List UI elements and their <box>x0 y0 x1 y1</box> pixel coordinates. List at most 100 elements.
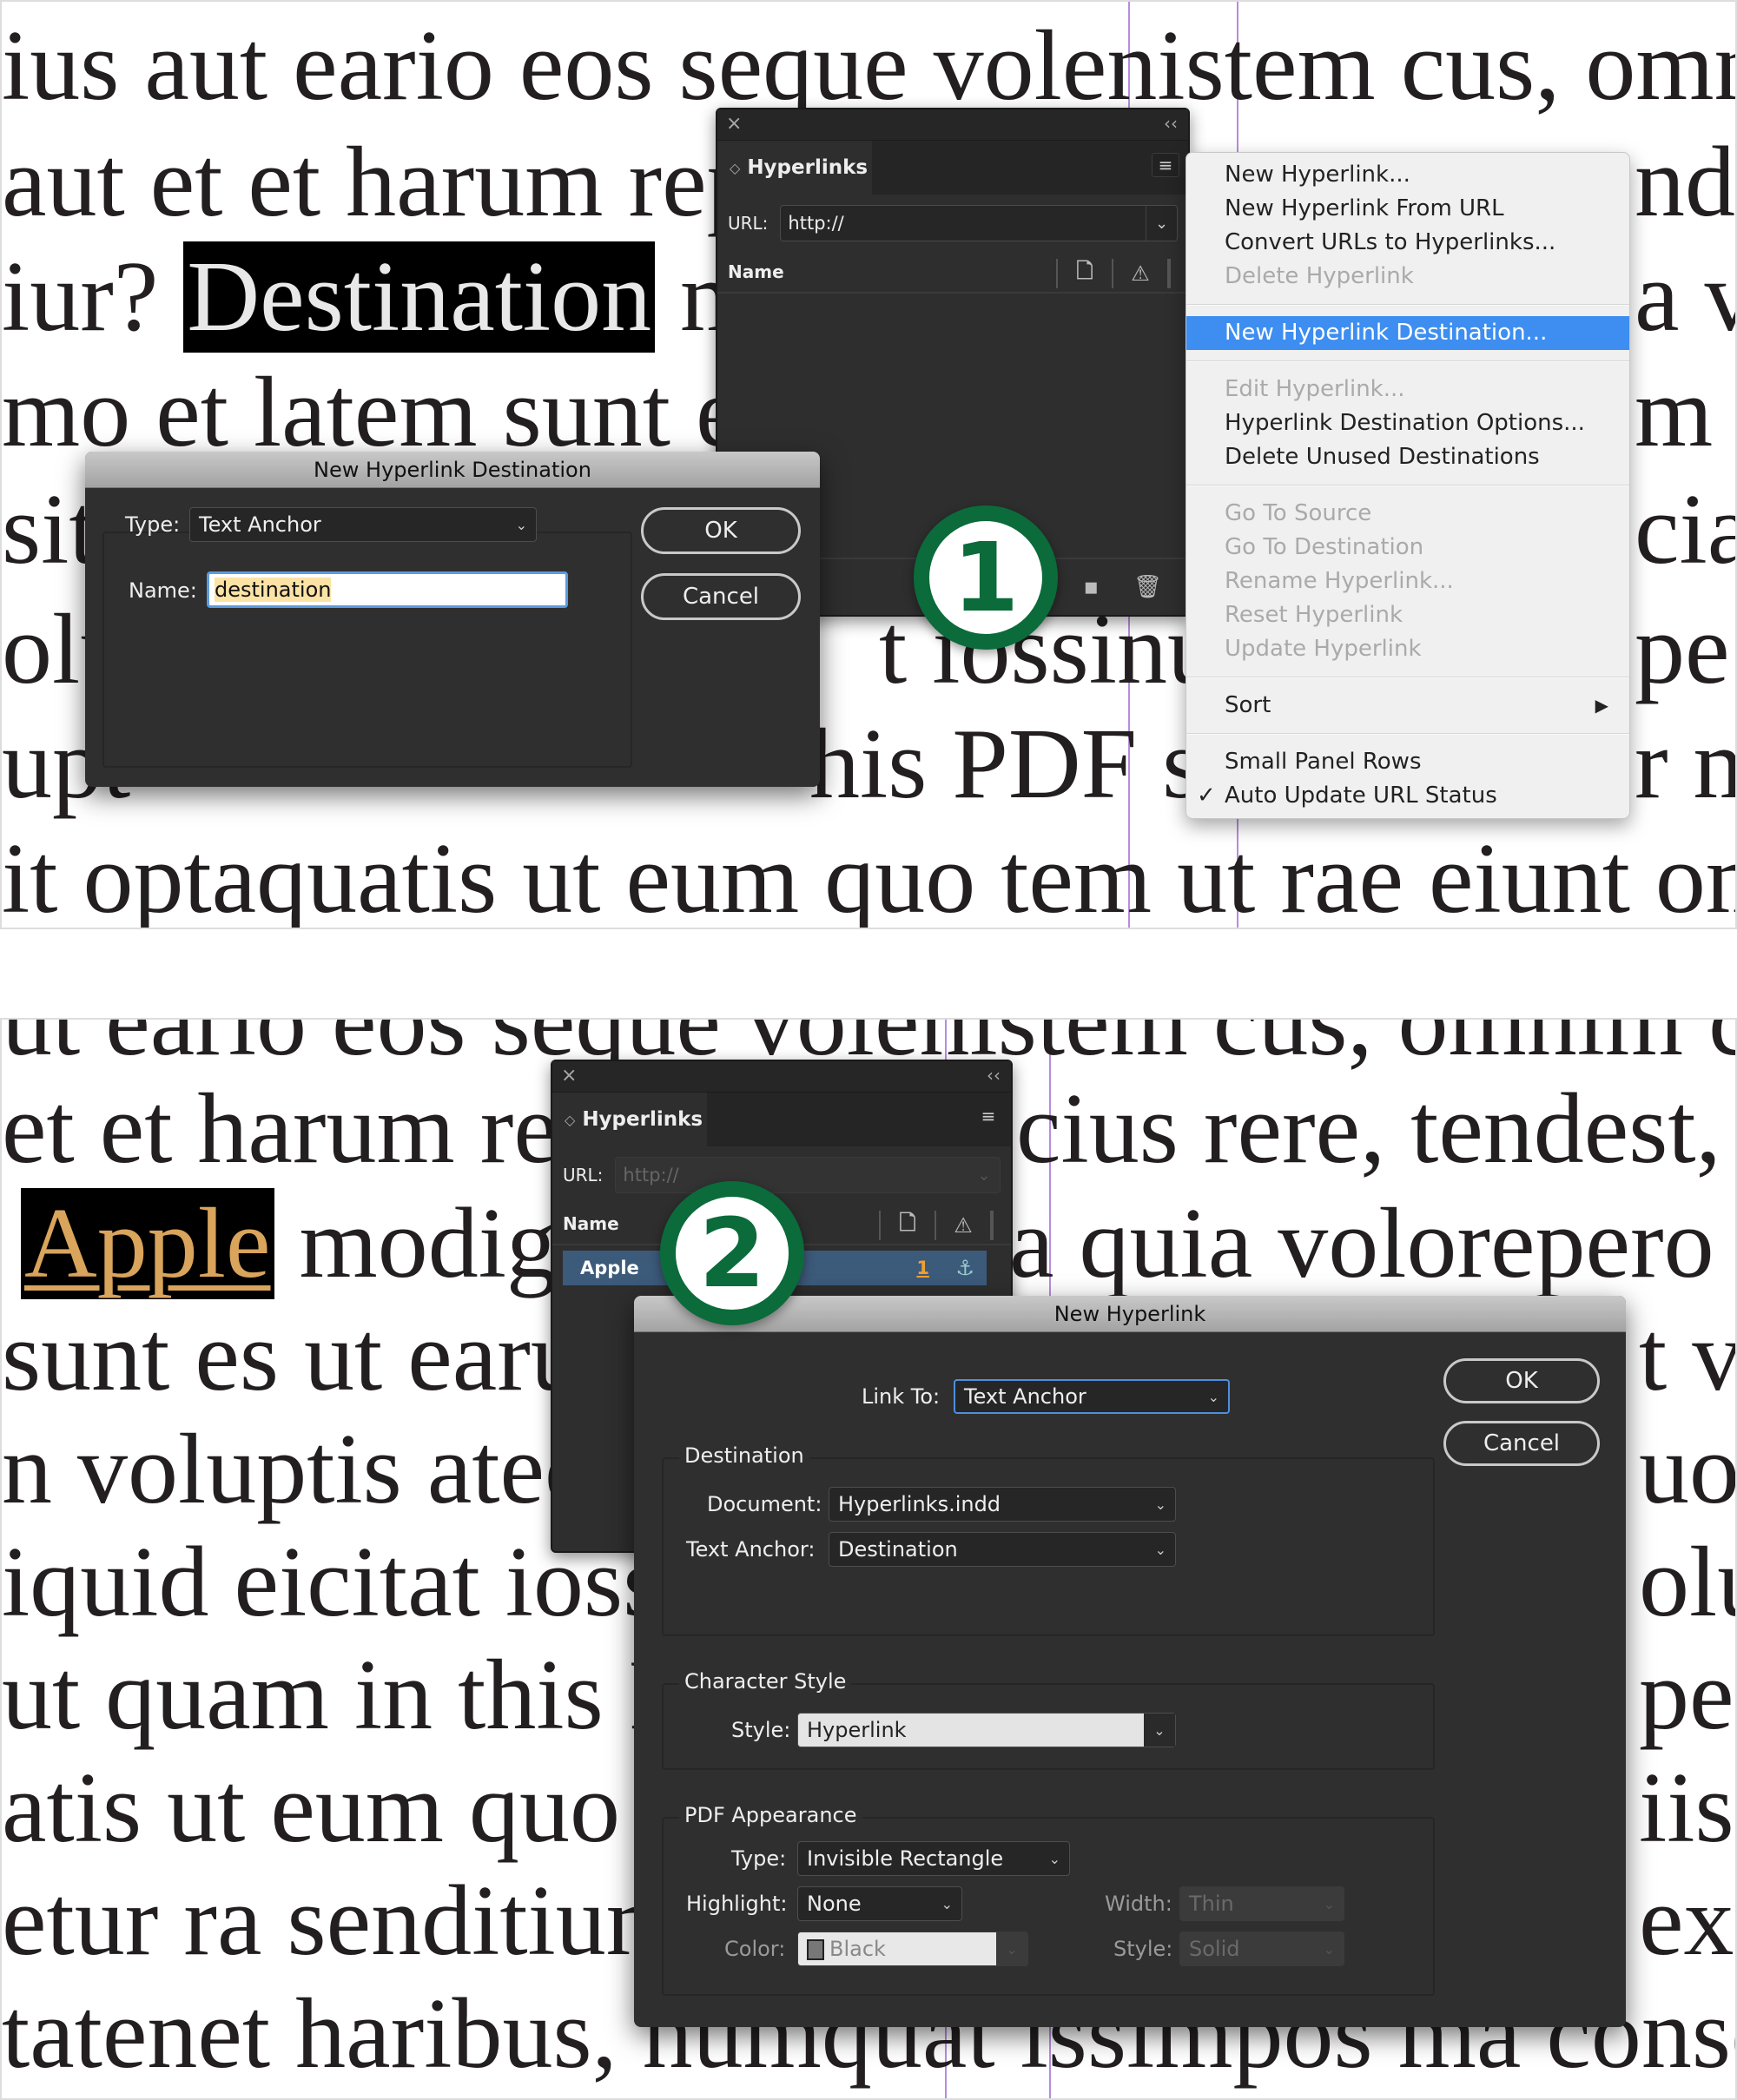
highlight-label: Highlight: <box>686 1892 788 1916</box>
warning-icon[interactable]: ⚠ <box>935 1211 990 1240</box>
menu-item[interactable]: New Hyperlink... <box>1186 158 1629 192</box>
anchor-icon[interactable]: ⚓ <box>955 1256 974 1280</box>
highlight-select[interactable]: None ⌄ <box>797 1886 962 1921</box>
hyperlink-word[interactable]: Apple <box>21 1188 274 1299</box>
collapse-icon[interactable]: ‹‹ <box>1164 113 1178 134</box>
dialog-title: New Hyperlink Destination <box>85 452 820 488</box>
page-count-link[interactable]: 1 <box>916 1258 929 1278</box>
panel-menu-button[interactable]: ≡ <box>1152 153 1179 177</box>
menu-item-label: Rename Hyperlink... <box>1225 568 1454 594</box>
character-style-select[interactable]: Hyperlink ⌄ <box>797 1713 1176 1747</box>
tab-hyperlinks[interactable]: ◇ Hyperlinks <box>552 1093 707 1146</box>
appearance-type-value: Invisible Rectangle <box>807 1846 1004 1871</box>
menu-item-label: New Hyperlink... <box>1225 162 1410 188</box>
menu-item[interactable]: Sort ▶ <box>1186 689 1629 723</box>
trash-icon[interactable]: 🗑 <box>1133 574 1162 600</box>
menu-item[interactable]: New Hyperlink From URL <box>1186 192 1629 226</box>
ok-button[interactable]: OK <box>1443 1358 1600 1403</box>
border-style-label: Style: <box>1113 1937 1173 1961</box>
panel-flyout-menu: New Hyperlink... New Hyperlink From URL Co… <box>1186 152 1630 819</box>
page-icon[interactable]: 🗋 <box>1056 259 1112 288</box>
menu-item-label: New Hyperlink From URL <box>1225 195 1504 221</box>
body-line: ut quam in this P <box>2 1640 685 1751</box>
panel-titlebar[interactable]: × ‹‹ <box>717 109 1188 141</box>
type-value: Text Anchor <box>199 512 321 537</box>
character-style-group-title: Character Style <box>679 1669 852 1694</box>
close-icon[interactable]: × <box>561 1065 577 1086</box>
destination-group-title: Destination <box>679 1443 809 1468</box>
color-select[interactable]: Black ⌄ <box>797 1932 1028 1966</box>
tab-label: Hyperlinks <box>747 156 868 179</box>
chevron-down-icon: ⌄ <box>1154 1496 1166 1513</box>
menu-item[interactable]: Hyperlink Destination Options... <box>1186 406 1629 440</box>
body-line-fragment: cius rere, tendest, co <box>1016 1073 1735 1185</box>
name-column-header[interactable]: Name <box>563 1213 619 1234</box>
border-style-select[interactable]: Solid ⌄ <box>1179 1932 1344 1966</box>
menu-item[interactable]: Convert URLs to Hyperlinks... <box>1186 226 1629 260</box>
document-value: Hyperlinks.indd <box>838 1492 1001 1516</box>
body-text: iur? <box>2 241 184 353</box>
menu-item: Update Hyperlink <box>1186 632 1629 666</box>
step-badge-1: 1 <box>914 505 1058 650</box>
menu-item-label: Reset Hyperlink <box>1225 602 1403 628</box>
type-label: Type: <box>125 512 181 537</box>
document-select[interactable]: Hyperlinks.indd ⌄ <box>829 1487 1176 1522</box>
panel-menu-button[interactable]: ≡ <box>974 1105 1002 1129</box>
url-value: http:// <box>788 213 844 234</box>
type-select[interactable]: Text Anchor ⌄ <box>189 507 537 542</box>
body-line-fragment: peru <box>1639 1640 1735 1751</box>
menu-item-label: Small Panel Rows <box>1225 749 1422 775</box>
body-line-fragment: nde <box>1635 127 1735 238</box>
ok-button[interactable]: OK <box>641 507 801 554</box>
width-value: Thin <box>1189 1892 1234 1916</box>
url-field[interactable]: http:// ⌄ <box>780 205 1178 241</box>
selected-word[interactable]: Destination <box>183 241 656 353</box>
menu-item: Delete Hyperlink <box>1186 260 1629 294</box>
body-line: n voluptis atec <box>2 1414 590 1525</box>
list-header: Name 🗋 ⚠ <box>717 252 1188 294</box>
body-line: Apple modige <box>21 1188 601 1299</box>
appearance-type-select[interactable]: Invisible Rectangle ⌄ <box>797 1841 1070 1876</box>
name-value: destination <box>215 578 332 602</box>
body-line: atis ut eum quo te <box>2 1753 718 1864</box>
style-label: Style: <box>731 1718 791 1742</box>
appearance-type-label: Type: <box>731 1846 787 1871</box>
url-label: URL: <box>728 213 769 234</box>
menu-item[interactable]: ✓ Auto Update URL Status <box>1186 779 1629 813</box>
body-line-fragment: a vo <box>1635 241 1735 353</box>
menu-item-label: Hyperlink Destination Options... <box>1225 410 1585 436</box>
name-column-header[interactable]: Name <box>728 261 784 282</box>
url-field[interactable]: http:// ⌄ <box>615 1157 1001 1193</box>
close-icon[interactable]: × <box>726 113 742 135</box>
body-line-fragment: pe <box>1635 594 1730 705</box>
warning-icon[interactable]: ⚠ <box>1112 259 1167 288</box>
chevron-down-icon: ⌄ <box>977 1166 991 1185</box>
cancel-button[interactable]: Cancel <box>641 573 801 620</box>
pdf-appearance-group-title: PDF Appearance <box>679 1803 862 1827</box>
document-label: Document: <box>707 1492 822 1516</box>
width-select[interactable]: Thin ⌄ <box>1179 1886 1344 1921</box>
menu-item-label: Delete Hyperlink <box>1225 263 1414 289</box>
collapse-icon[interactable]: ‹‹ <box>987 1065 1001 1086</box>
menu-item-label: Go To Source <box>1225 500 1372 526</box>
cancel-button[interactable]: Cancel <box>1443 1421 1600 1466</box>
menu-item[interactable]: Delete Unused Destinations <box>1186 440 1629 474</box>
menu-item[interactable]: Small Panel Rows <box>1186 745 1629 779</box>
new-hyperlink-icon[interactable]: ▪ <box>1083 574 1099 600</box>
panel-titlebar[interactable]: × ‹‹ <box>552 1061 1011 1093</box>
body-line: iur? Destination m <box>2 241 758 353</box>
menu-item[interactable]: New Hyperlink Destination... <box>1186 316 1629 350</box>
border-style-value: Solid <box>1189 1937 1240 1961</box>
url-label: URL: <box>563 1165 604 1185</box>
page-icon[interactable]: 🗋 <box>879 1211 935 1240</box>
step-badge-2: 2 <box>660 1181 804 1325</box>
text-anchor-select[interactable]: Destination ⌄ <box>829 1532 1176 1567</box>
tab-hyperlinks[interactable]: ◇ Hyperlinks <box>717 141 872 195</box>
chevron-down-icon[interactable]: ⌄ <box>1146 206 1177 241</box>
name-input[interactable]: destination <box>207 571 568 608</box>
new-hyperlink-destination-dialog: New Hyperlink Destination Type: Text Anc… <box>85 452 820 787</box>
checkmark-icon: ✓ <box>1197 783 1216 809</box>
menu-item-label: Auto Update URL Status <box>1225 783 1497 809</box>
url-value: http:// <box>623 1165 679 1185</box>
link-to-select[interactable]: Text Anchor ⌄ <box>954 1379 1230 1414</box>
